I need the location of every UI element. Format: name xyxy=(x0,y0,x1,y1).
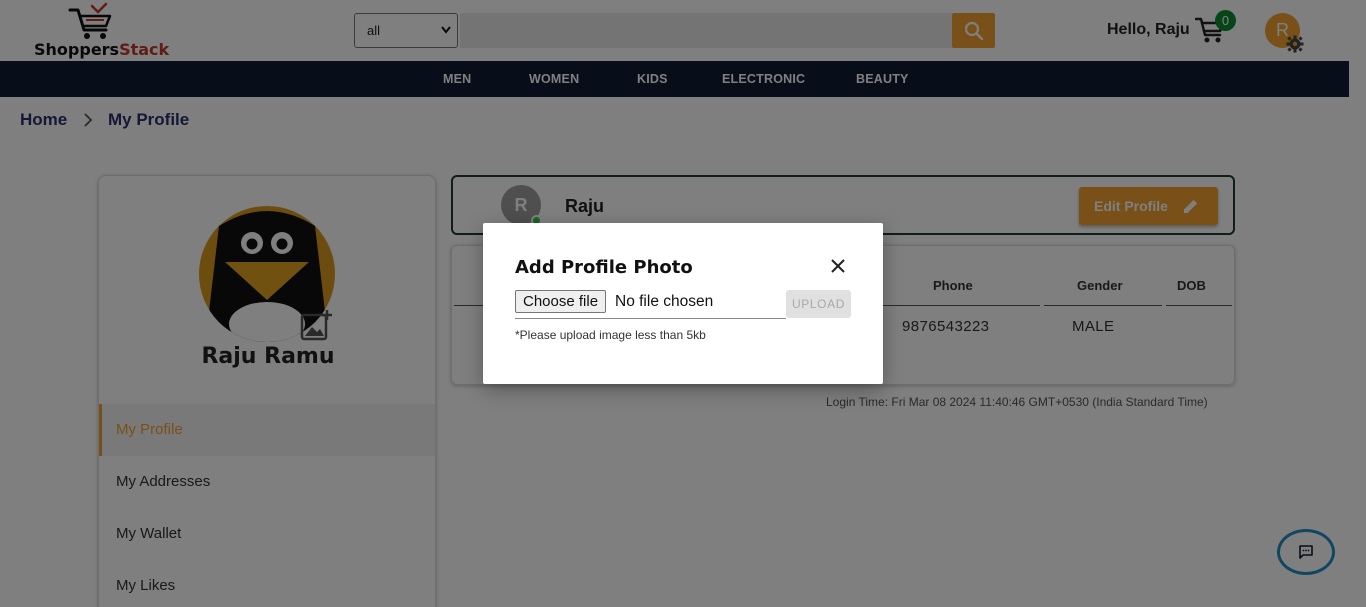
upload-button[interactable]: UPLOAD xyxy=(786,290,851,318)
close-icon[interactable] xyxy=(830,258,846,274)
choose-file-button[interactable]: Choose file xyxy=(515,290,607,313)
add-profile-photo-dialog: Add Profile Photo Choose file No file ch… xyxy=(483,223,883,384)
dialog-title: Add Profile Photo xyxy=(515,257,693,278)
file-input[interactable]: Choose file No file chosen xyxy=(515,289,786,319)
upload-hint: *Please upload image less than 5kb xyxy=(515,328,706,342)
no-file-text: No file chosen xyxy=(615,293,714,310)
